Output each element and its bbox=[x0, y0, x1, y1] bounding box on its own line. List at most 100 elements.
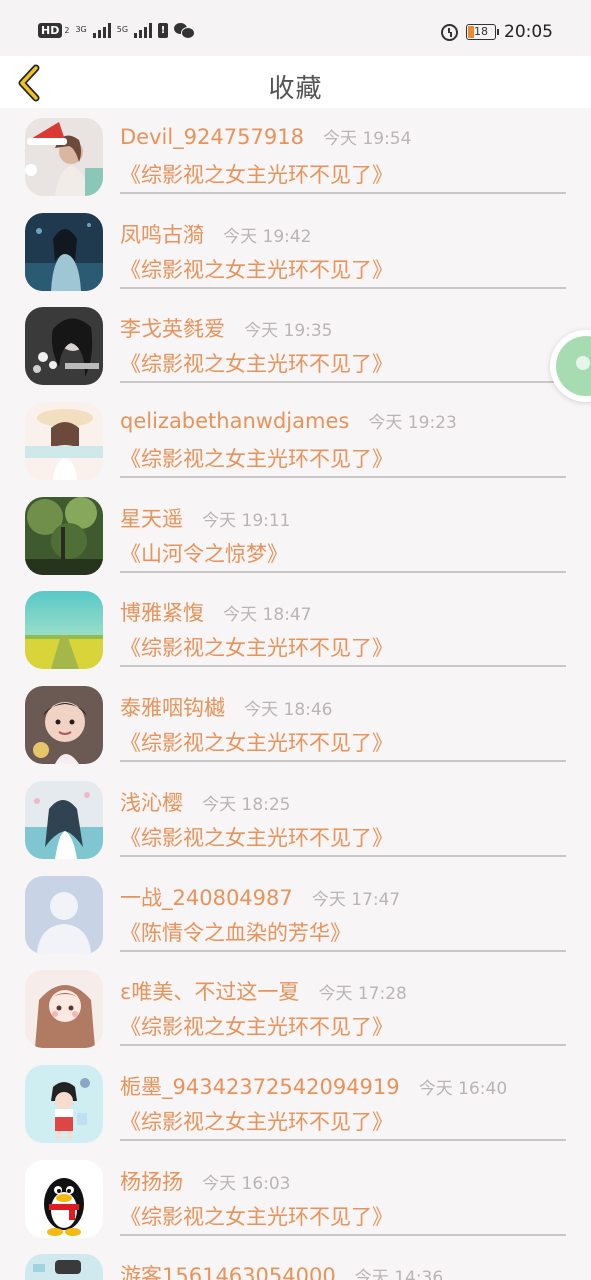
timestamp: 今天 16:40 bbox=[418, 1078, 508, 1099]
username[interactable]: Devil_924757918 bbox=[120, 125, 304, 149]
list-item[interactable]: 泰雅咽钩樾 今天 18:46 《综影视之女主光环不见了》 bbox=[0, 676, 591, 771]
signal-icon bbox=[134, 22, 153, 38]
chat-bubble-icon bbox=[556, 336, 591, 396]
item-header: 一战_240804987 今天 17:47 bbox=[120, 882, 400, 912]
avatar[interactable] bbox=[25, 212, 103, 291]
book-title[interactable]: 《陈情令之血染的芳华》 bbox=[120, 917, 351, 947]
username[interactable]: 浅沁樱 bbox=[120, 791, 183, 815]
username[interactable]: 杨扬扬 bbox=[120, 1170, 183, 1194]
book-title[interactable]: 《综影视之女主光环不见了》 bbox=[120, 159, 393, 189]
divider bbox=[120, 949, 566, 952]
avatar[interactable] bbox=[25, 970, 103, 1049]
item-header: 浅沁樱 今天 18:25 bbox=[120, 787, 291, 817]
book-title[interactable]: 《综影视之女主光环不见了》 bbox=[120, 348, 393, 378]
item-header: 博雅紧愎 今天 18:47 bbox=[120, 597, 312, 627]
divider bbox=[120, 854, 566, 857]
list-item[interactable]: 一战_240804987 今天 17:47 《陈情令之血染的芳华》 bbox=[0, 866, 591, 961]
avatar[interactable] bbox=[25, 496, 103, 575]
divider bbox=[120, 570, 566, 573]
item-header: Devil_924757918 今天 19:54 bbox=[120, 124, 411, 149]
timestamp: 今天 18:47 bbox=[223, 605, 312, 626]
divider bbox=[120, 1138, 566, 1141]
timestamp: 今天 18:46 bbox=[244, 700, 333, 721]
header-bar: 收藏 bbox=[0, 56, 591, 108]
timestamp: 今天 19:11 bbox=[202, 510, 291, 531]
alert-icon: ! bbox=[158, 22, 169, 38]
hd-sub-label: 2 bbox=[64, 25, 70, 35]
username[interactable]: 一战_240804987 bbox=[120, 886, 293, 910]
list-item[interactable]: 杨扬扬 今天 16:03 《综影视之女主光环不见了》 bbox=[0, 1150, 591, 1245]
list-item[interactable]: 浅沁樱 今天 18:25 《综影视之女主光环不见了》 bbox=[0, 771, 591, 866]
divider bbox=[120, 286, 566, 289]
timestamp: 今天 19:54 bbox=[323, 129, 412, 149]
list-item[interactable]: 李戈英毵爱 今天 19:35 《综影视之女主光环不见了》 bbox=[0, 297, 591, 392]
favorites-screen: HD 2 3G 5G ! 18 20:05 收藏 Devil_924757918… bbox=[0, 0, 591, 1280]
avatar[interactable] bbox=[25, 1254, 103, 1280]
list-item[interactable]: 凤鸣古漪 今天 19:42 《综影视之女主光环不见了》 bbox=[0, 203, 591, 298]
avatar[interactable] bbox=[25, 875, 103, 954]
network-5g-label: 5G bbox=[116, 25, 129, 34]
book-title[interactable]: 《综影视之女主光环不见了》 bbox=[120, 1011, 393, 1041]
book-title[interactable]: 《综影视之女主光环不见了》 bbox=[120, 254, 393, 284]
timestamp: 今天 19:23 bbox=[368, 413, 457, 434]
timestamp: 今天 16:03 bbox=[202, 1173, 291, 1194]
divider bbox=[120, 665, 566, 668]
timestamp: 今天 18:25 bbox=[202, 794, 291, 815]
list-item[interactable]: Devil_924757918 今天 19:54 《综影视之女主光环不见了》 bbox=[0, 108, 591, 203]
avatar[interactable] bbox=[25, 402, 103, 481]
book-title[interactable]: 《综影视之女主光环不见了》 bbox=[120, 632, 393, 662]
divider bbox=[120, 476, 566, 479]
book-title[interactable]: 《山河令之惊梦》 bbox=[120, 538, 288, 568]
divider bbox=[120, 192, 566, 194]
item-header: 杨扬扬 今天 16:03 bbox=[120, 1166, 291, 1196]
username[interactable]: 博雅紧愎 bbox=[120, 601, 204, 625]
book-title[interactable]: 《综影视之女主光环不见了》 bbox=[120, 727, 393, 757]
item-header: ɛ唯美、不过这一夏 今天 17:28 bbox=[120, 976, 407, 1006]
battery-icon: 18 bbox=[466, 24, 499, 40]
username[interactable]: 泰雅咽钩樾 bbox=[120, 696, 225, 720]
list-item[interactable]: 博雅紧愎 今天 18:47 《综影视之女主光环不见了》 bbox=[0, 581, 591, 676]
username[interactable]: qelizabethanwdjames bbox=[120, 409, 349, 433]
avatar[interactable] bbox=[25, 780, 103, 859]
list-item[interactable]: 星天遥 今天 19:11 《山河令之惊梦》 bbox=[0, 487, 591, 582]
username[interactable]: 栀墨_94342372542094919 bbox=[120, 1075, 400, 1099]
list-item[interactable]: qelizabethanwdjames 今天 19:23 《综影视之女主光环不见… bbox=[0, 392, 591, 487]
book-title[interactable]: 《综影视之女主光环不见了》 bbox=[120, 822, 393, 852]
timestamp: 今天 17:47 bbox=[311, 889, 401, 910]
list-item[interactable]: 游客1561463054000 今天 14:36 bbox=[0, 1244, 591, 1280]
book-title[interactable]: 《综影视之女主光环不见了》 bbox=[120, 1201, 393, 1231]
network-3g-label: 3G bbox=[75, 25, 87, 34]
list-item[interactable]: 栀墨_94342372542094919 今天 16:40 《综影视之女主光环不… bbox=[0, 1055, 591, 1150]
book-title[interactable]: 《综影视之女主光环不见了》 bbox=[120, 1106, 393, 1136]
book-title[interactable]: 《综影视之女主光环不见了》 bbox=[120, 443, 393, 473]
status-time: 20:05 bbox=[504, 22, 553, 42]
status-left: HD 2 3G 5G ! bbox=[38, 22, 196, 39]
username[interactable]: ɛ唯美、不过这一夏 bbox=[120, 980, 299, 1004]
signal-icon bbox=[92, 22, 111, 38]
divider bbox=[120, 381, 566, 384]
username[interactable]: 游客1561463054000 bbox=[120, 1264, 336, 1280]
username[interactable]: 星天遥 bbox=[120, 507, 183, 531]
divider bbox=[120, 1044, 566, 1047]
item-header: 栀墨_94342372542094919 今天 16:40 bbox=[120, 1071, 507, 1101]
wechat-icon bbox=[174, 22, 196, 39]
username[interactable]: 凤鸣古漪 bbox=[120, 223, 204, 247]
avatar[interactable] bbox=[25, 307, 103, 386]
item-header: 星天遥 今天 19:11 bbox=[120, 503, 291, 533]
favorites-list: Devil_924757918 今天 19:54 《综影视之女主光环不见了》 凤… bbox=[0, 108, 591, 1280]
item-header: 泰雅咽钩樾 今天 18:46 bbox=[120, 692, 333, 722]
timestamp: 今天 19:42 bbox=[223, 226, 312, 247]
item-header: 李戈英毵爱 今天 19:35 bbox=[120, 313, 333, 343]
item-header: qelizabethanwdjames 今天 19:23 bbox=[120, 408, 457, 433]
hd-icon: HD bbox=[38, 22, 63, 38]
page-title: 收藏 bbox=[268, 74, 323, 104]
avatar[interactable] bbox=[25, 591, 103, 670]
status-right: 18 20:05 bbox=[441, 22, 553, 42]
list-item[interactable]: ɛ唯美、不过这一夏 今天 17:28 《综影视之女主光环不见了》 bbox=[0, 960, 591, 1055]
username[interactable]: 李戈英毵爱 bbox=[120, 317, 225, 341]
avatar[interactable] bbox=[25, 1064, 103, 1143]
avatar[interactable] bbox=[25, 686, 103, 765]
item-header: 游客1561463054000 今天 14:36 bbox=[120, 1260, 443, 1280]
avatar[interactable] bbox=[25, 118, 103, 196]
avatar[interactable] bbox=[25, 1159, 103, 1238]
